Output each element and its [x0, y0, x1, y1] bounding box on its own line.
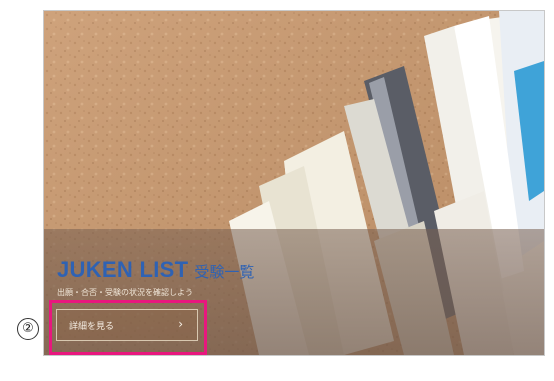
view-details-button[interactable]: 詳細を見る ›: [56, 309, 198, 341]
chevron-right-icon: ›: [178, 317, 183, 331]
title-japanese: 受験一覧: [194, 263, 255, 281]
subtitle-text: 出願・合否・受験の状況を確認しよう: [57, 288, 193, 297]
step-number-marker: ②: [17, 318, 39, 340]
title-english: JUKEN LIST: [57, 257, 189, 282]
page-title: JUKEN LIST 受験一覧: [57, 257, 254, 283]
view-details-label: 詳細を見る: [69, 322, 115, 332]
banner-card: JUKEN LIST 受験一覧 出願・合否・受験の状況を確認しよう 詳細を見る ›: [43, 10, 545, 356]
